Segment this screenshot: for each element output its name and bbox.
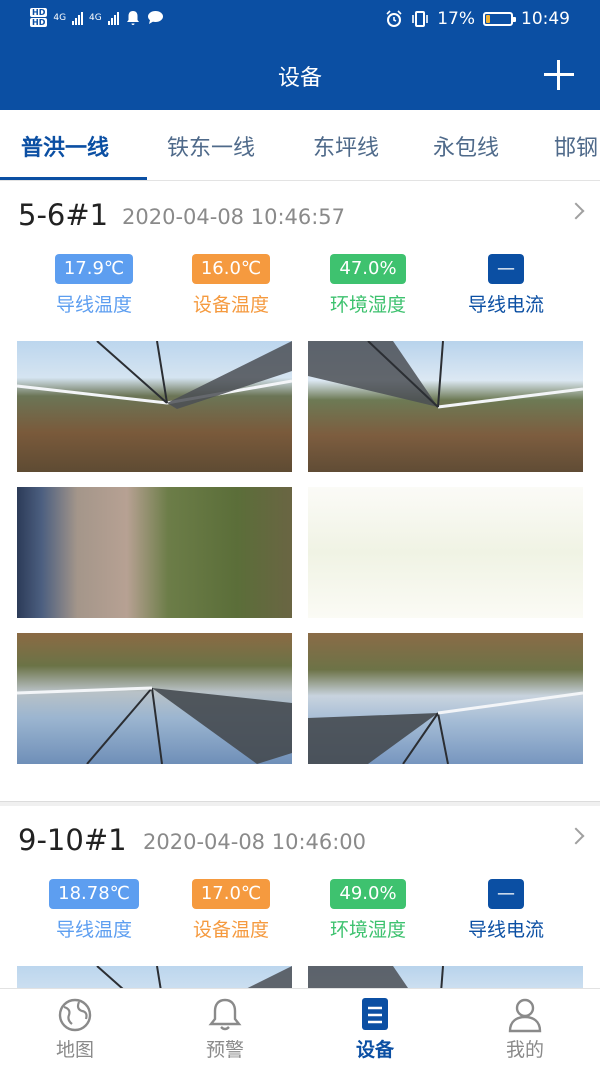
status-right: 17% 10:49 — [385, 9, 570, 29]
signal-icon — [72, 11, 84, 25]
metric-conductor-temp: 18.78℃ 导线温度 — [24, 879, 164, 942]
metric-device-temp: 17.0℃ 设备温度 — [161, 879, 301, 942]
metric-value: 49.0% — [330, 879, 406, 909]
device-card[interactable]: 5-6#1 2020-04-08 10:46:57 17.9℃ 导线温度 16.… — [0, 181, 600, 801]
vibrate-icon — [412, 11, 429, 27]
photo-overlay — [17, 686, 292, 764]
metric-value: 17.9℃ — [54, 254, 134, 284]
battery-fill — [486, 15, 491, 23]
camera-photo[interactable] — [308, 341, 583, 472]
nav-item-alerts[interactable]: 预警 — [175, 997, 275, 1062]
line-tabs: 普洪一线 铁东一线 东坪线 永包线 邯钢 — [0, 110, 600, 180]
camera-photo[interactable] — [308, 633, 583, 764]
camera-photo[interactable] — [17, 633, 292, 764]
metric-value: 17.0℃ — [191, 879, 271, 909]
device-card[interactable]: 9-10#1 2020-04-08 10:46:00 18.78℃ 导线温度 1… — [0, 806, 600, 991]
metric-conductor-temp: 17.9℃ 导线温度 — [24, 254, 164, 317]
nav-item-map[interactable]: 地图 — [25, 997, 125, 1062]
page-title: 设备 — [277, 66, 322, 91]
nav-label: 设备 — [355, 1039, 394, 1061]
tab-line-1[interactable]: 普洪一线 — [21, 130, 109, 162]
user-icon — [508, 998, 542, 1033]
chevron-right-icon[interactable] — [567, 827, 585, 845]
alarm-icon — [386, 10, 402, 27]
photo-overlay — [17, 341, 292, 409]
battery-percent: 17% — [437, 9, 475, 29]
bell-icon — [208, 998, 242, 1031]
metric-value: 18.78℃ — [49, 879, 139, 909]
globe-icon — [58, 998, 92, 1032]
nav-label: 地图 — [55, 1039, 94, 1061]
clock: 10:49 — [521, 9, 570, 29]
status-bar: HD HD 4G 4G 17% 10:49 — [0, 0, 600, 38]
metric-value: 16.0℃ — [191, 254, 271, 284]
tab-line-5[interactable]: 邯钢 — [554, 130, 598, 162]
chat-icon — [147, 11, 163, 24]
photo-overlay — [308, 691, 583, 764]
metric-label: 环境湿度 — [329, 919, 406, 941]
metric-humidity: 49.0% 环境湿度 — [298, 879, 438, 942]
device-timestamp: 2020-04-08 10:46:57 — [122, 205, 346, 229]
app-header: 设备 — [0, 38, 600, 110]
metric-label: 设备温度 — [192, 919, 269, 941]
bell-icon — [126, 10, 139, 25]
status-left: HD HD 4G 4G — [30, 8, 164, 27]
metric-conductor-current: — 导线电流 — [436, 254, 576, 317]
camera-photo[interactable] — [308, 487, 583, 618]
nav-label: 我的 — [505, 1039, 544, 1061]
camera-photo[interactable] — [17, 487, 292, 618]
tab-line-2[interactable]: 铁东一线 — [167, 130, 255, 162]
camera-photo[interactable] — [17, 341, 292, 472]
metric-value: — — [488, 879, 524, 909]
metric-label: 导线温度 — [55, 294, 132, 316]
metric-label: 导线电流 — [467, 919, 544, 941]
tab-line-3[interactable]: 东坪线 — [313, 130, 379, 162]
signal-icon — [107, 11, 119, 25]
device-name: 5-6#1 — [18, 198, 109, 232]
metric-value: — — [488, 254, 524, 284]
metric-label: 环境湿度 — [329, 294, 406, 316]
battery-icon — [483, 12, 516, 26]
device-name: 9-10#1 — [18, 823, 127, 857]
chevron-right-icon[interactable] — [567, 202, 585, 220]
device-timestamp: 2020-04-08 10:46:00 — [143, 830, 367, 854]
bottom-nav: 地图 预警 设备 我的 — [0, 988, 600, 1067]
nav-item-devices[interactable]: 设备 — [325, 997, 425, 1062]
photo-overlay — [308, 341, 583, 409]
metric-conductor-current: — 导线电流 — [436, 879, 576, 942]
hd-icon: HD HD — [30, 8, 48, 27]
hd-label-2: HD — [30, 18, 48, 27]
metric-device-temp: 16.0℃ 设备温度 — [161, 254, 301, 317]
tab-line-4[interactable]: 永包线 — [433, 130, 499, 162]
metric-value: 47.0% — [330, 254, 406, 284]
metric-label: 导线温度 — [55, 919, 132, 941]
metric-label: 导线电流 — [467, 294, 544, 316]
hd-label-1: HD — [30, 8, 48, 17]
network-label-2: 4G — [89, 12, 102, 23]
nav-item-profile[interactable]: 我的 — [475, 997, 575, 1062]
nav-label: 预警 — [205, 1039, 244, 1061]
device-list-icon — [362, 998, 388, 1030]
metric-label: 设备温度 — [192, 294, 269, 316]
network-label-1: 4G — [53, 12, 67, 23]
add-device-button[interactable] — [544, 60, 574, 90]
metric-humidity: 47.0% 环境湿度 — [298, 254, 438, 317]
